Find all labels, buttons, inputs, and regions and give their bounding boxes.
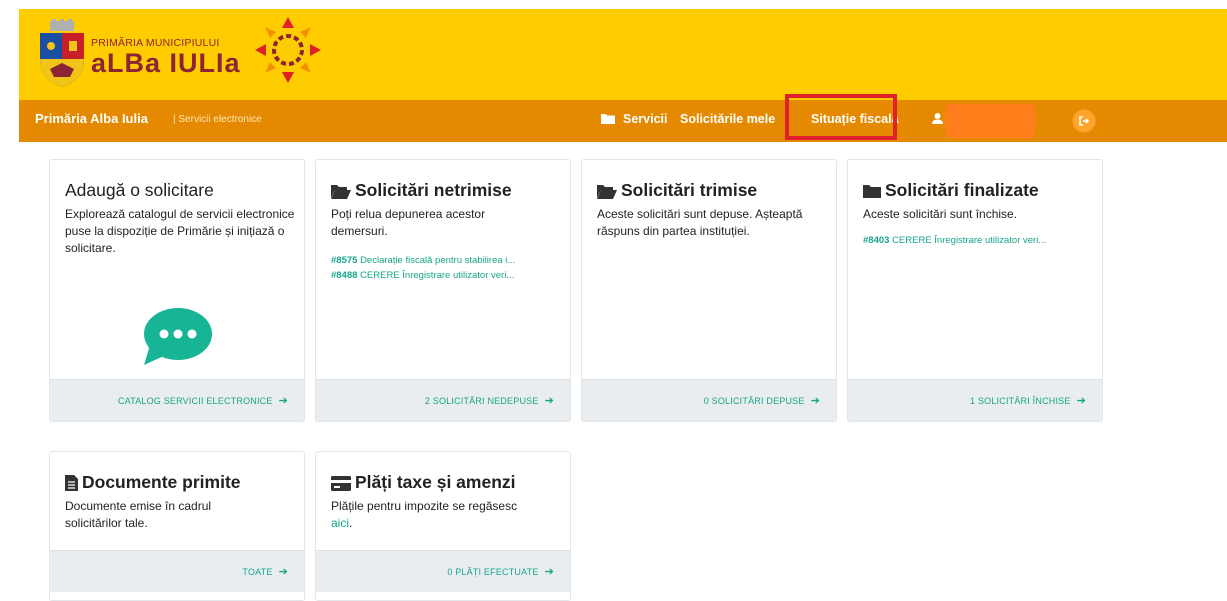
card-title: Documente primite [65, 472, 241, 493]
solicitari-depuse-link[interactable]: 0 SOLICITĂRI DEPUSE ➔ [582, 379, 836, 421]
toate-documentele-link[interactable]: TOATE ➔ [50, 550, 304, 592]
arrow-right-icon: ➔ [1076, 395, 1086, 407]
card-solicitari-netrimise: Solicitări netrimise Poți relua depunere… [315, 159, 571, 422]
catalog-servicii-link[interactable]: CATALOG SERVICII ELECTRONICE ➔ [50, 379, 304, 421]
card-title: Solicitări trimise [597, 180, 757, 201]
card-title: Solicitări netrimise [331, 180, 512, 201]
folder-icon [601, 114, 615, 124]
card-solicitari-finalizate: Solicitări finalizate Aceste solicitări … [847, 159, 1103, 422]
card-title-text: Solicitări finalizate [885, 180, 1039, 200]
plati-desc-text: Plățile pentru impozite se regăsesc [331, 499, 518, 513]
card-description: Plățile pentru impozite se regăsesc aici… [331, 498, 551, 532]
redacted-username [945, 104, 1035, 138]
site-subtitle: | Servicii electronice [173, 114, 262, 125]
solicitare-text: Declarație fiscală pentru stabilirea i..… [360, 255, 516, 266]
folder-open-icon [597, 184, 617, 199]
card-documente-primite: Documente primite Documente emise în cad… [49, 451, 305, 601]
highlight-annotation [785, 94, 897, 140]
card-title: Adaugă o solicitare [65, 180, 214, 200]
folder-icon [863, 185, 881, 199]
brand-big-text: aLBa IULIa [91, 48, 241, 78]
solicitare-id: #8488 [331, 270, 358, 281]
sun-logo-icon [255, 17, 321, 83]
solicitari-nedepuse-link[interactable]: 2 SOLICITĂRI NEDEPUSE ➔ [316, 379, 570, 421]
solicitare-id: #8575 [331, 255, 358, 266]
card-description: Aceste solicitări sunt depuse. Așteaptă … [597, 207, 803, 238]
solicitare-link-8575[interactable]: #8575 Declarație fiscală pentru stabilir… [331, 255, 557, 266]
nav-solicitari-mele[interactable]: Solicitările mele [680, 112, 775, 126]
period: . [349, 516, 353, 530]
logout-button[interactable] [1072, 109, 1096, 133]
folder-open-icon [331, 184, 351, 199]
solicitari-inchise-link[interactable]: 1 SOLICITĂRI ÎNCHISE ➔ [848, 379, 1102, 421]
card-title: Plăți taxe și amenzi [331, 472, 516, 493]
main-navbar: Primăria Alba Iulia | Servicii electroni… [19, 100, 1227, 142]
solicitare-text: CERERE Înregistrare utilizator veri... [892, 235, 1047, 246]
arrow-right-icon: ➔ [544, 395, 554, 407]
chat-bubble-icon [144, 308, 212, 365]
arrow-right-icon: ➔ [278, 566, 288, 578]
card-solicitari-trimise: Solicitări trimise Aceste solicitări sun… [581, 159, 837, 422]
footer-label: 1 SOLICITĂRI ÎNCHISE [970, 395, 1071, 406]
footer-label: 2 SOLICITĂRI NEDEPUSE [424, 395, 539, 406]
logout-icon [1073, 110, 1095, 132]
card-description: Documente emise în cadrul solicitărilor … [65, 499, 212, 530]
arrow-right-icon: ➔ [810, 395, 820, 407]
solicitare-link-8403[interactable]: #8403 CERERE Înregistrare utilizator ver… [863, 235, 1089, 246]
card-title-text: Documente primite [82, 472, 241, 492]
card-title: Solicitări finalizate [863, 180, 1039, 201]
document-icon [65, 475, 78, 492]
card-description: Explorează catalogul de servicii electro… [65, 207, 295, 255]
logo[interactable]: PRIMĂRIA MUNICIPIULUI aLBa IULIa [36, 17, 326, 91]
card-title-text: Solicitări trimise [621, 180, 758, 200]
card-title-text: Solicitări netrimise [355, 180, 512, 200]
card-description: Aceste solicitări sunt închise. [863, 207, 1018, 221]
footer-label: 0 SOLICITĂRI DEPUSE [703, 395, 805, 406]
card-plati-taxe: Plăți taxe și amenzi Plățile pentru impo… [315, 451, 571, 601]
footer-label: CATALOG SERVICII ELECTRONICE [117, 395, 273, 406]
solicitare-text: CERERE Înregistrare utilizator veri... [360, 270, 515, 281]
footer-label: TOATE [242, 566, 273, 577]
card-description: Poți relua depunerea acestor demersuri. [331, 207, 486, 238]
card-adauga-solicitare: Adaugă o solicitare Explorează catalogul… [49, 159, 305, 422]
footer-label: 0 PLĂȚI EFECTUATE [447, 566, 539, 577]
user-icon [932, 113, 943, 124]
aici-link[interactable]: aici [331, 516, 349, 530]
credit-card-icon [331, 475, 351, 491]
arrow-right-icon: ➔ [278, 395, 288, 407]
coat-of-arms-icon [40, 19, 84, 87]
plati-efectuate-link[interactable]: 0 PLĂȚI EFECTUATE ➔ [316, 550, 570, 592]
solicitare-link-8488[interactable]: #8488 CERERE Înregistrare utilizator ver… [331, 270, 557, 281]
card-title-text: Plăți taxe și amenzi [355, 472, 516, 492]
arrow-right-icon: ➔ [544, 566, 554, 578]
nav-servicii-label: Servicii [623, 112, 668, 126]
solicitare-id: #8403 [863, 235, 890, 246]
site-title[interactable]: Primăria Alba Iulia [35, 111, 148, 126]
nav-servicii[interactable]: Servicii [601, 112, 667, 126]
